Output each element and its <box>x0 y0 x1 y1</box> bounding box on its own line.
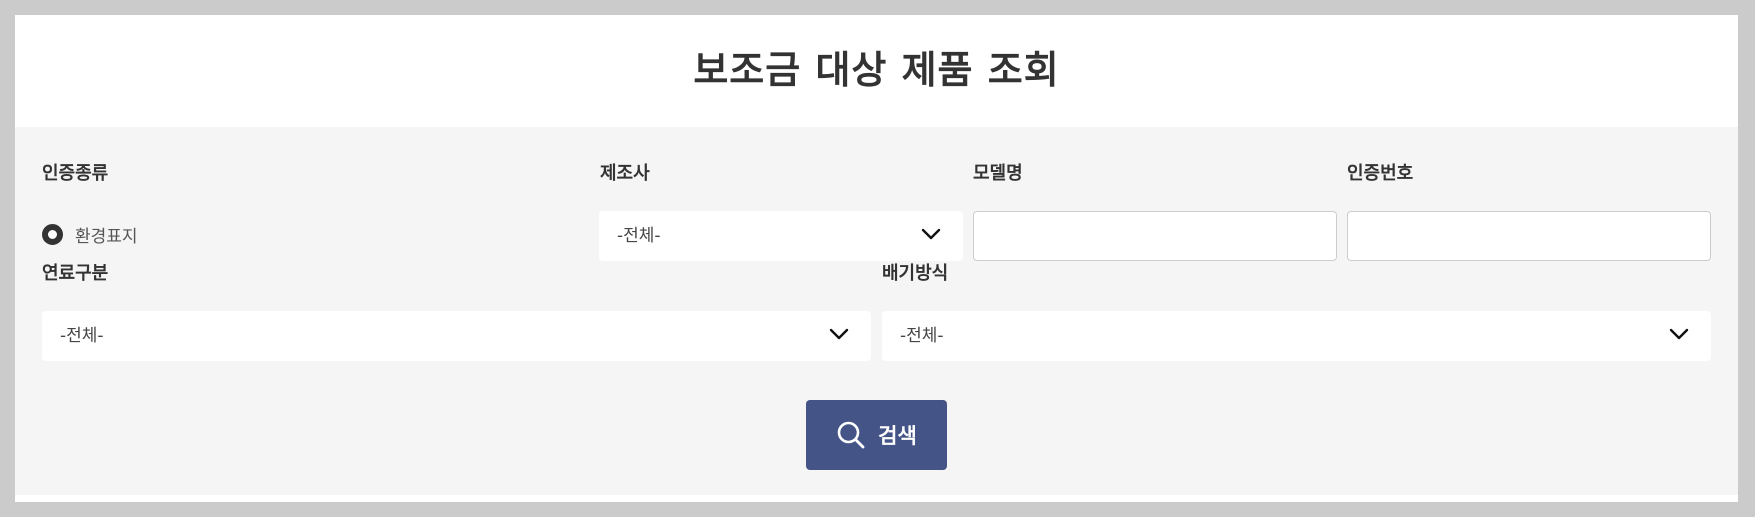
fuel-type-select-value: -전체- <box>60 326 104 346</box>
search-button-label: 검색 <box>878 424 917 448</box>
cert-type-label: 인증종류 <box>42 163 109 184</box>
page-title: 보조금 대상 제품 조회 <box>693 48 1060 92</box>
cert-number-input[interactable] <box>1347 211 1711 261</box>
fuel-type-select[interactable]: -전체- <box>42 311 871 361</box>
exhaust-type-select[interactable]: -전체- <box>882 311 1711 361</box>
search-form: 인증종류 환경표지 제조사 -전체- 모델명 인증번호 연료구분 -전체- 배기… <box>15 127 1738 495</box>
cert-number-label: 인증번호 <box>1347 163 1414 184</box>
radio-selected-icon <box>42 224 63 245</box>
chevron-down-icon <box>1669 328 1689 340</box>
manufacturer-select[interactable]: -전체- <box>599 211 963 261</box>
exhaust-type-select-value: -전체- <box>900 326 944 346</box>
cert-type-option-label: 환경표지 <box>75 227 138 247</box>
chevron-down-icon <box>921 228 941 240</box>
model-name-input[interactable] <box>973 211 1337 261</box>
manufacturer-label: 제조사 <box>600 163 650 184</box>
chevron-down-icon <box>829 328 849 340</box>
search-icon <box>837 421 865 449</box>
manufacturer-select-value: -전체- <box>617 226 661 246</box>
model-name-label: 모델명 <box>973 163 1023 184</box>
search-panel: 보조금 대상 제품 조회 인증종류 환경표지 제조사 -전체- 모델명 인증번호… <box>15 15 1738 502</box>
search-button[interactable]: 검색 <box>806 400 947 470</box>
exhaust-type-label: 배기방식 <box>882 263 949 284</box>
cert-type-radio-eco-label[interactable]: 환경표지 <box>42 222 138 247</box>
fuel-type-label: 연료구분 <box>42 263 109 284</box>
